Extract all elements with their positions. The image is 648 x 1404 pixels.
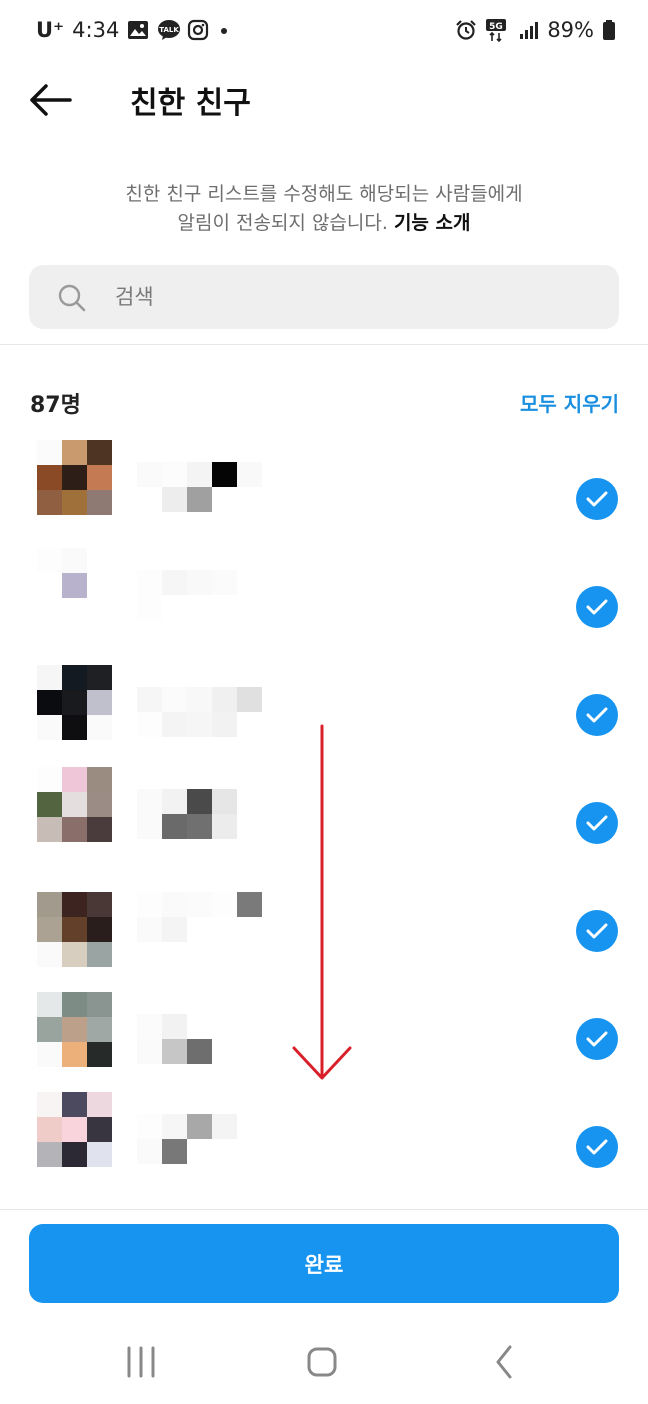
friend-row[interactable]: [0, 1092, 648, 1200]
selected-check-icon[interactable]: [576, 694, 618, 736]
friend-name: [137, 570, 262, 620]
home-icon: [307, 1347, 337, 1377]
carrier-label: U⁺: [36, 18, 65, 42]
selected-check-icon[interactable]: [576, 802, 618, 844]
info-line-1: 친한 친구 리스트를 수정해도 해당되는 사람들에게: [125, 183, 523, 205]
clock: 4:34: [72, 18, 120, 42]
search-icon: [58, 284, 86, 312]
scroll-down-arrow-icon: [292, 724, 352, 1080]
friend-name: [137, 462, 262, 512]
feature-intro-link[interactable]: 기능 소개: [394, 212, 471, 234]
info-line-2-text: 알림이 전송되지 않습니다.: [177, 212, 388, 234]
search-input[interactable]: [115, 265, 595, 329]
divider: [0, 344, 648, 345]
network-label: 5G: [489, 22, 503, 32]
kakaotalk-icon: TALK: [157, 19, 181, 41]
recent-apps-button[interactable]: [111, 1340, 171, 1384]
page-title: 친한 친구: [130, 86, 251, 121]
clear-all-button[interactable]: 모두 지우기: [520, 388, 619, 417]
gallery-icon: [127, 19, 149, 41]
selected-check-icon[interactable]: [576, 910, 618, 952]
friend-name: [137, 789, 262, 839]
friend-row[interactable]: [0, 548, 648, 656]
signal-icon: [517, 19, 539, 41]
divider: [0, 1209, 648, 1210]
5g-icon: 5G: [485, 19, 509, 43]
avatar: [37, 548, 112, 623]
home-button[interactable]: [292, 1340, 352, 1384]
avatar: [37, 892, 112, 967]
recent-apps-icon: [127, 1346, 155, 1378]
avatar: [37, 1092, 112, 1167]
avatar: [37, 992, 112, 1067]
selected-check-icon[interactable]: [576, 586, 618, 628]
selected-check-icon[interactable]: [576, 1126, 618, 1168]
selected-check-icon[interactable]: [576, 1018, 618, 1060]
avatar: [37, 665, 112, 740]
avatar: [37, 767, 112, 842]
friend-name: [137, 1014, 262, 1064]
alarm-icon: [455, 19, 477, 41]
back-button[interactable]: [26, 80, 74, 120]
done-button[interactable]: 완료: [29, 1224, 619, 1303]
system-back-button[interactable]: [474, 1340, 534, 1384]
battery-percent: 89%: [547, 18, 594, 42]
selected-check-icon[interactable]: [576, 478, 618, 520]
friend-count: 87명: [30, 393, 81, 418]
status-bar-left: U⁺ 4:34 TALK: [36, 18, 231, 42]
avatar: [37, 440, 112, 515]
battery-icon: [602, 19, 616, 41]
friend-name: [137, 892, 262, 942]
info-line-2: 알림이 전송되지 않습니다. 기능 소개: [0, 209, 648, 238]
arrow-left-icon: [30, 84, 72, 116]
friend-row[interactable]: [0, 440, 648, 548]
instagram-icon: [187, 19, 209, 41]
status-bar: U⁺ 4:34 TALK 5G 89%: [0, 0, 648, 64]
search-box[interactable]: [29, 265, 619, 329]
back-icon: [496, 1345, 512, 1379]
svg-text:TALK: TALK: [160, 26, 180, 34]
info-text: 친한 친구 리스트를 수정해도 해당되는 사람들에게 알림이 전송되지 않습니다…: [0, 180, 648, 238]
friend-name: [137, 687, 262, 737]
friend-name: [137, 1114, 262, 1164]
status-bar-right: 5G 89%: [455, 18, 616, 43]
dot-icon: [217, 19, 231, 41]
